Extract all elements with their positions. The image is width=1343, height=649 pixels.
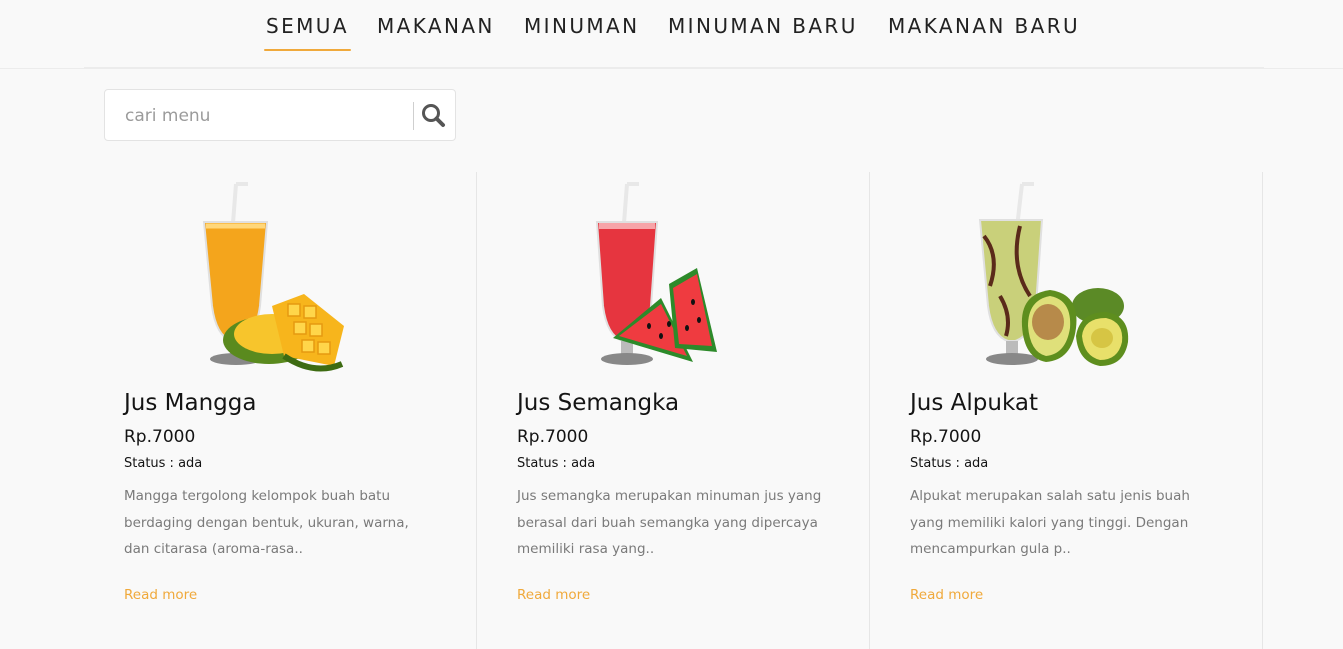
read-more-link[interactable]: Read more [910,587,983,603]
mango-juice-image [202,182,344,372]
watermelon-juice-image [595,182,717,365]
card-price: Rp.7000 [517,427,589,447]
tab-semua[interactable]: SEMUA [264,14,351,51]
read-more-link[interactable]: Read more [517,587,590,603]
search-divider [413,102,414,130]
avocado-juice-image [978,182,1129,366]
card-description: Alpukat merupakan salah satu jenis buah … [910,488,1190,557]
menu-card: Jus Semangka Rp.7000 Status : ada Jus se… [477,172,870,649]
card-price: Rp.7000 [910,427,982,447]
tab-makanan-baru[interactable]: MAKANAN BARU [888,14,1080,38]
card-status: Status : ada [124,456,203,471]
card-description: Mangga tergolong kelompok buah batu berd… [124,488,409,557]
search-button[interactable] [419,102,449,130]
read-more-link[interactable]: Read more [124,587,197,603]
menu-card: Jus Alpukat Rp.7000 Status : ada Alpukat… [870,172,1263,649]
menu-card: Jus Mangga Rp.7000 Status : ada Mangga t… [84,172,477,649]
card-price: Rp.7000 [124,427,196,447]
tab-minuman[interactable]: MINUMAN [524,14,639,38]
card-title: Jus Mangga [124,390,257,416]
card-title: Jus Alpukat [910,390,1038,416]
card-title: Jus Semangka [517,390,680,416]
card-status: Status : ada [910,456,989,471]
search-icon [422,104,445,127]
tab-minuman-baru[interactable]: MINUMAN BARU [668,14,858,38]
category-tabs: SEMUA MAKANAN MINUMAN MINUMAN BARU MAKAN… [0,0,1343,69]
tab-makanan[interactable]: MAKANAN [377,14,495,38]
search-box [104,89,456,141]
card-description: Jus semangka merupakan minuman jus yang … [517,488,822,557]
search-input[interactable] [123,102,407,130]
card-status: Status : ada [517,456,596,471]
